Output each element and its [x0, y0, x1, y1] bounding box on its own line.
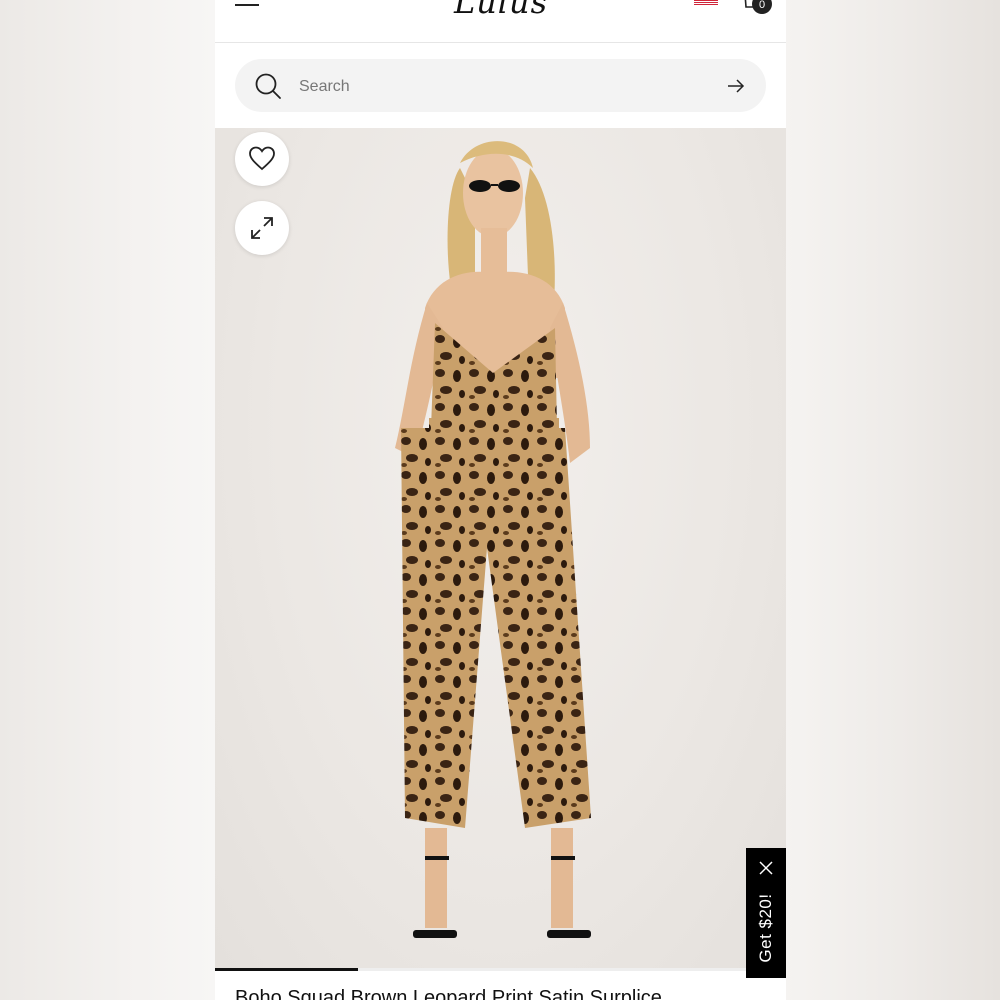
phone-frame: Lulus 0 Search Boho Squad Brown Leopard …	[215, 0, 786, 1000]
expand-icon	[251, 217, 273, 239]
flag-icon[interactable]	[694, 0, 718, 5]
menu-icon[interactable]	[235, 0, 261, 12]
lulus-logo[interactable]: Lulus	[451, 0, 551, 20]
arrow-right-icon[interactable]	[725, 76, 747, 96]
wishlist-button[interactable]	[235, 132, 289, 186]
gallery-progress-fill	[215, 968, 358, 971]
close-icon[interactable]	[758, 860, 774, 876]
promo-label[interactable]: Get $20!	[756, 893, 776, 962]
model-photo	[395, 141, 591, 938]
expand-image-button[interactable]	[235, 201, 289, 255]
product-image[interactable]	[215, 128, 786, 968]
search-bar[interactable]	[235, 59, 766, 112]
promo-tab[interactable]: Get $20!	[746, 848, 786, 978]
product-title: Boho Squad Brown Leopard Print Satin Sur…	[235, 987, 662, 1000]
search-input[interactable]	[297, 69, 701, 104]
search-icon[interactable]	[253, 71, 283, 101]
heart-icon	[249, 146, 275, 171]
cart-count-badge[interactable]: 0	[752, 0, 772, 14]
gallery-progress-bar	[215, 968, 786, 971]
site-header: Lulus 0	[215, 0, 786, 43]
